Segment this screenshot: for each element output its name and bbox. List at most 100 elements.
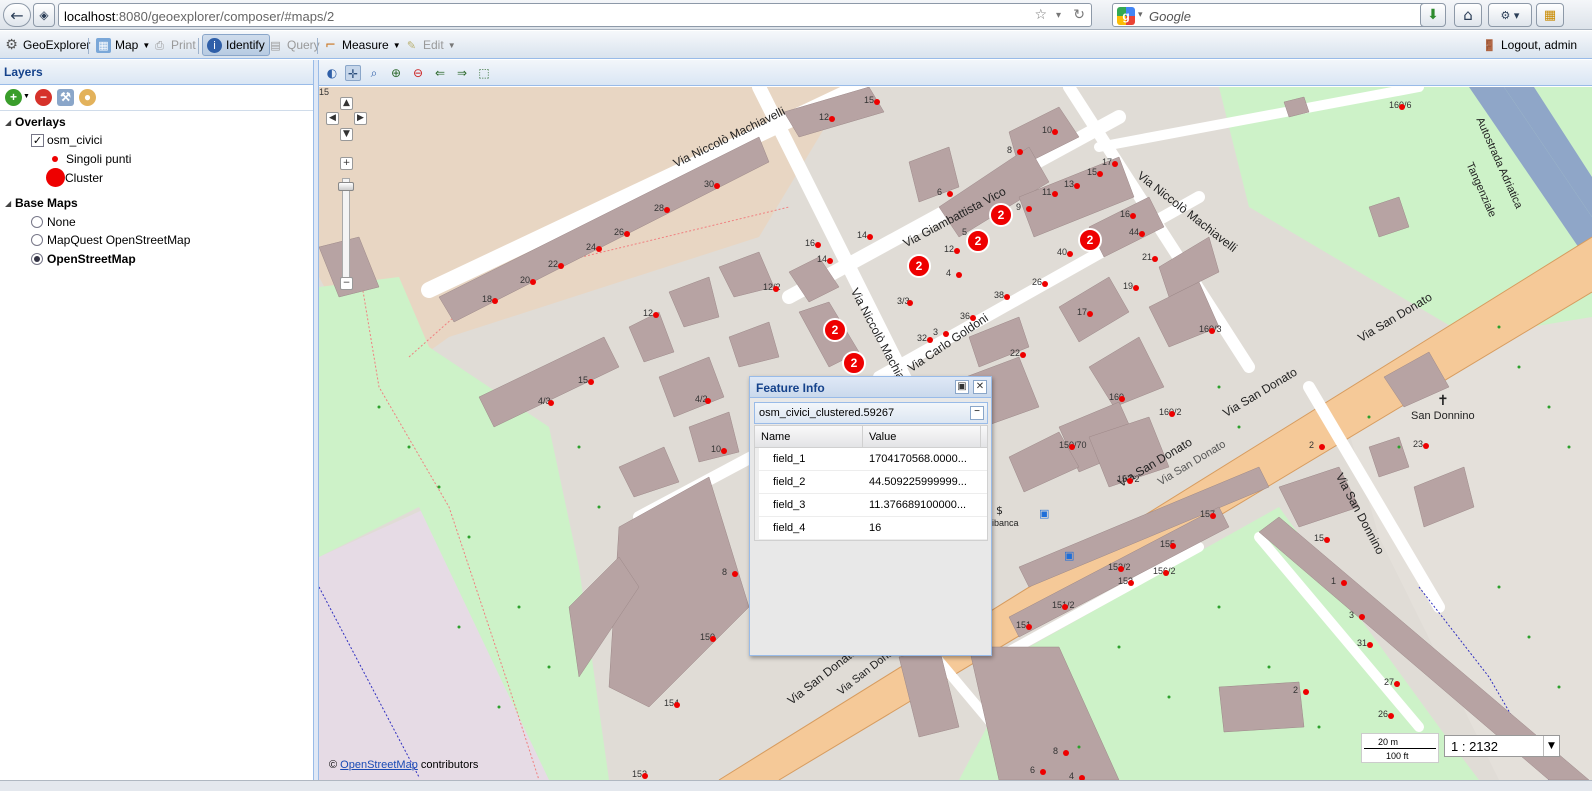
address-point[interactable] [927,337,933,343]
address-point[interactable] [721,448,727,454]
zoom-in-icon[interactable]: ⊕ [388,65,404,81]
chevron-down-icon[interactable]: ▼ [23,93,30,100]
address-point[interactable] [1399,104,1405,110]
address-point[interactable] [1210,513,1216,519]
print-button[interactable]: ⎙ Print [148,34,200,56]
layer-properties-icon[interactable]: ⚒ [57,89,74,106]
table-row[interactable]: field_3 11.376689100000... [755,494,987,517]
address-point[interactable] [1367,642,1373,648]
address-point[interactable] [1004,294,1010,300]
address-point[interactable] [548,400,554,406]
map-menu-button[interactable]: ▦ Map ▼ [92,34,154,56]
table-row[interactable]: field_4 16 [755,517,987,540]
address-point[interactable] [1020,352,1026,358]
pan-up-icon[interactable]: ▲ [340,97,353,110]
add-layer-button[interactable]: + [5,89,22,106]
basemap-mapquest[interactable]: MapQuest OpenStreetMap [31,233,190,247]
url-bar[interactable]: localhost:8080/geoexplorer/composer/#map… [58,3,1092,27]
address-point[interactable] [1052,129,1058,135]
address-point[interactable] [827,258,833,264]
address-point[interactable] [1040,769,1046,775]
address-point[interactable] [1209,328,1215,334]
address-point[interactable] [1388,713,1394,719]
layer-osm-civici[interactable]: ✓ osm_civici [31,133,102,147]
close-icon[interactable]: ✕ [973,380,987,394]
notes-icon[interactable]: ▦ [1536,3,1564,27]
search-input[interactable]: Google [1149,9,1191,24]
address-point[interactable] [1052,191,1058,197]
address-point[interactable] [1118,566,1124,572]
address-point[interactable] [943,331,949,337]
address-point[interactable] [624,231,630,237]
address-point[interactable] [674,702,680,708]
zoom-box-icon[interactable]: ⌕ [366,65,382,81]
edit-menu-button[interactable]: ✎ Edit ▼ [400,34,460,56]
pan-icon[interactable]: ✛ [345,65,361,81]
overlays-node[interactable]: ◢ Overlays [5,115,66,129]
pin-icon[interactable]: ▣ [955,380,969,394]
address-point[interactable] [1130,213,1136,219]
address-point[interactable] [1152,256,1158,262]
openstreetmap-link[interactable]: OpenStreetMap [340,759,418,771]
address-point[interactable] [815,242,821,248]
address-point[interactable] [1097,171,1103,177]
bookmark-star-icon[interactable]: ☆ [1034,7,1047,23]
query-button[interactable]: ▤ Query [264,34,324,56]
address-point[interactable] [1017,149,1023,155]
table-row[interactable]: field_1 1704170568.0000... [755,448,987,471]
address-point[interactable] [1128,580,1134,586]
address-point[interactable] [1087,311,1093,317]
address-point[interactable] [1063,750,1069,756]
site-identity-icon[interactable]: ◈ [33,3,55,27]
address-point[interactable] [588,379,594,385]
address-point[interactable] [714,183,720,189]
address-point[interactable] [829,116,835,122]
address-point[interactable] [1163,570,1169,576]
address-point[interactable] [1069,444,1075,450]
identify-button[interactable]: i Identify [202,34,270,56]
address-point[interactable] [1067,251,1073,257]
zoom-to-extent-icon[interactable]: ◐ [324,65,340,81]
address-point[interactable] [642,773,648,779]
address-point[interactable] [1303,689,1309,695]
collapse-icon[interactable]: − [970,406,984,420]
cluster-marker[interactable]: 2 [842,351,866,375]
address-point[interactable] [956,272,962,278]
layer-checkbox[interactable]: ✓ [31,133,44,147]
pan-right-icon[interactable]: ▶ [354,112,367,125]
scale-selector[interactable]: 1 : 2132 ▼ [1444,735,1560,757]
address-point[interactable] [1127,478,1133,484]
address-point[interactable] [970,315,976,321]
column-header-value[interactable]: Value [863,426,981,447]
address-point[interactable] [1112,161,1118,167]
pan-down-icon[interactable]: ▼ [340,128,353,141]
measure-menu-button[interactable]: ⌐ Measure ▼ [319,34,405,56]
address-point[interactable] [530,279,536,285]
column-header-name[interactable]: Name [755,426,863,447]
basemap-none[interactable]: None [31,215,76,229]
cluster-marker[interactable]: 2 [989,203,1013,227]
next-extent-icon[interactable]: ⇒ [454,65,470,81]
address-point[interactable] [867,234,873,240]
layer-styles-icon[interactable]: ● [79,89,96,106]
zoom-out-button[interactable]: − [340,277,353,290]
reload-icon[interactable]: ↻ [1073,7,1085,23]
address-point[interactable] [1133,285,1139,291]
address-point[interactable] [1119,396,1125,402]
radio-button-selected[interactable] [31,253,43,265]
address-point[interactable] [664,207,670,213]
geoexplorer-button[interactable]: ⚙ GeoExplorer [0,34,94,56]
basemaps-node[interactable]: ◢ Base Maps [5,196,78,210]
address-point[interactable] [1319,444,1325,450]
address-point[interactable] [705,398,711,404]
address-point[interactable] [773,286,779,292]
previous-extent-icon[interactable]: ⇐ [432,65,448,81]
expand-triangle-icon[interactable]: ◢ [5,199,15,208]
address-point[interactable] [558,263,564,269]
address-point[interactable] [1324,537,1330,543]
address-point[interactable] [1139,231,1145,237]
address-point[interactable] [1394,681,1400,687]
pan-left-icon[interactable]: ◀ [326,112,339,125]
address-point[interactable] [1042,281,1048,287]
search-box[interactable]: g ▾ Google ⌕ [1112,3,1434,27]
